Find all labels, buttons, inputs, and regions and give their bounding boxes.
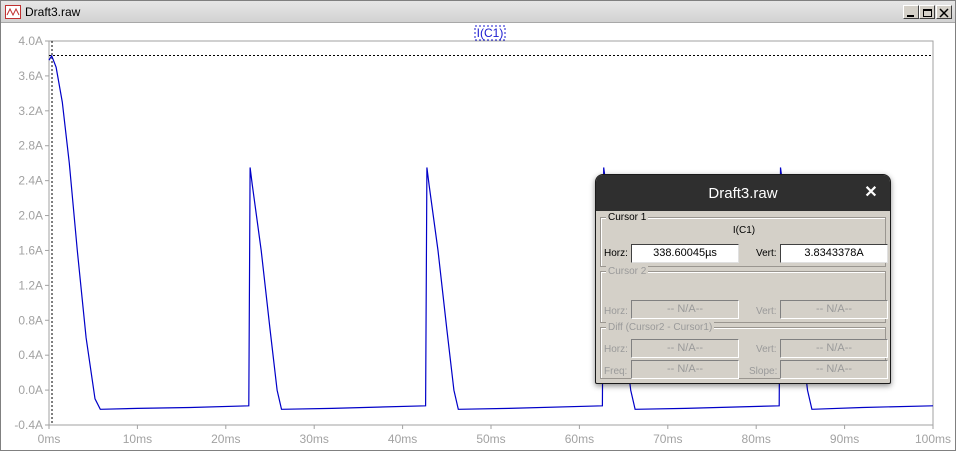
dialog-title: Draft3.raw <box>708 185 778 202</box>
diff-vert-field: -- N/A-- <box>780 339 888 358</box>
cursor2-horz-label: Horz: <box>604 306 628 317</box>
y-tick-label: 2.4A <box>18 174 43 188</box>
cursor1-vert-label: Vert: <box>756 248 777 259</box>
x-tick-label: 70ms <box>653 432 682 446</box>
cursor2-vert-field: -- N/A-- <box>780 300 888 319</box>
x-tick-label: 90ms <box>830 432 859 446</box>
cursor1-trace-name: I(C1) <box>732 225 756 236</box>
cursor1-group-label: Cursor 1 <box>606 212 649 224</box>
diff-horz-field: -- N/A-- <box>631 339 739 358</box>
diff-vert-label: Vert: <box>756 344 777 355</box>
y-tick-label: 0.8A <box>18 313 43 327</box>
x-tick-label: 50ms <box>476 432 505 446</box>
y-tick-label: 1.6A <box>18 243 43 257</box>
x-tick-label: 100ms <box>915 432 951 446</box>
x-tick-label: 30ms <box>300 432 329 446</box>
cursor1-vert-field[interactable]: 3.8343378A <box>780 244 888 263</box>
cursor1-horz-label: Horz: <box>604 248 628 259</box>
y-tick-label: 3.2A <box>18 104 43 118</box>
trace-label[interactable]: I(C1) <box>477 26 504 40</box>
x-tick-label: 40ms <box>388 432 417 446</box>
y-tick-label: -0.4A <box>14 418 43 432</box>
y-tick-label: 0.4A <box>18 348 43 362</box>
cursor2-vert-label: Vert: <box>756 306 777 317</box>
diff-freq-label: Freq: <box>604 366 628 377</box>
x-tick-label: 0ms <box>38 432 61 446</box>
diff-freq-field: -- N/A-- <box>631 360 739 379</box>
cursor-readout-dialog: Draft3.raw ✕ Cursor 1 I(C1) Horz: 338.60… <box>595 174 891 384</box>
cursor1-horz-field[interactable]: 338.60045µs <box>631 244 739 263</box>
diff-slope-field: -- N/A-- <box>780 360 888 379</box>
diff-horz-label: Horz: <box>604 344 628 355</box>
diff-group: Diff (Cursor2 - Cursor1) Horz: -- N/A-- … <box>600 322 888 379</box>
x-tick-label: 60ms <box>565 432 594 446</box>
cursor2-horz-field: -- N/A-- <box>631 300 739 319</box>
x-tick-label: 20ms <box>211 432 240 446</box>
y-tick-label: 2.8A <box>18 139 43 153</box>
y-tick-label: 4.0A <box>18 34 43 48</box>
cursor2-group: Cursor 2 Horz: -- N/A-- Vert: -- N/A-- <box>600 266 888 323</box>
y-tick-label: 2.0A <box>18 209 43 223</box>
cursor1-group: Cursor 1 I(C1) Horz: 338.60045µs Vert: 3… <box>600 212 888 267</box>
cursor2-group-label: Cursor 2 <box>606 266 649 278</box>
x-axis: 0ms 10ms 20ms 30ms 40ms 50ms 60ms 70ms 80ms 90ms 1… <box>38 425 951 446</box>
diff-slope-label: Slope: <box>749 366 778 377</box>
dialog-close-icon[interactable]: ✕ <box>862 184 880 202</box>
diff-group-label: Diff (Cursor2 - Cursor1) <box>606 322 715 334</box>
dialog-header[interactable]: Draft3.raw ✕ <box>596 175 890 211</box>
y-axis: -0.4A 0.0A 0.4A 0.8A 1.2A 1.6A 2.0A 2.4A 2.8A 3.2… <box>14 34 49 432</box>
y-tick-label: 1.2A <box>18 278 43 292</box>
y-tick-label: 0.0A <box>18 383 43 397</box>
x-tick-label: 10ms <box>123 432 152 446</box>
x-tick-label: 80ms <box>742 432 771 446</box>
y-tick-label: 3.6A <box>18 69 43 83</box>
